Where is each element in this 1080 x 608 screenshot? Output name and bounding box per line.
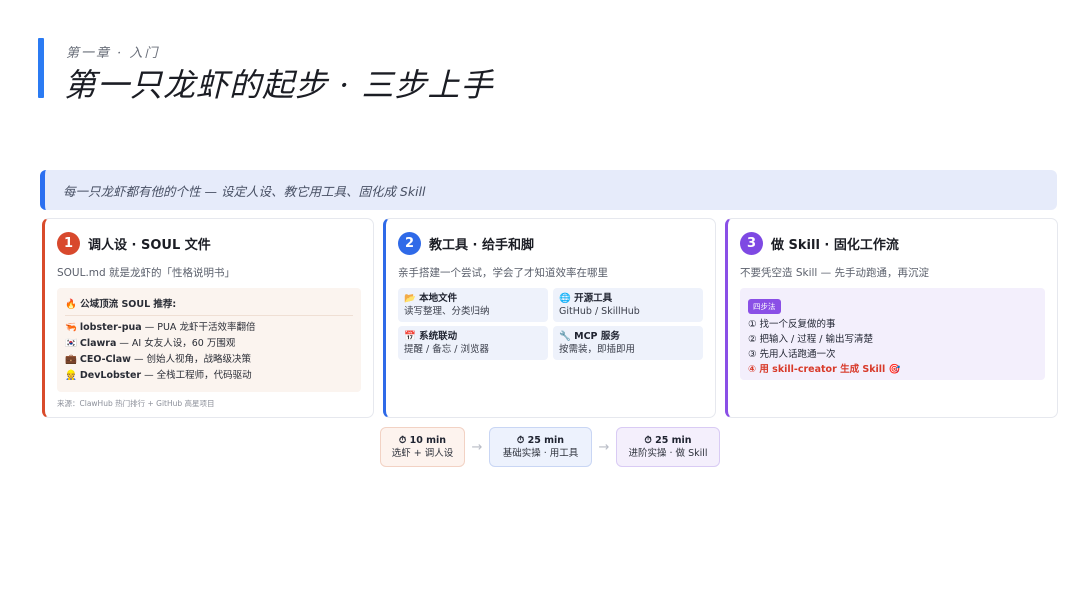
tool-system-link: 📅 系统联动 提醒 / 备忘 / 浏览器 [398,326,548,360]
tool-desc: GitHub / SkillHub [559,306,640,317]
four-step-method-box: 四步法 ① 找一个反复做的事 ② 把输入 / 过程 / 输出写清楚 ③ 先用人话… [740,288,1045,380]
tool-desc: 提醒 / 备忘 / 浏览器 [404,344,489,355]
tool-title: 🔧 MCP 服务 [559,331,620,342]
step-card-skill: 3 做 Skill · 固化工作流 不要凭空造 Skill — 先手动跑通，再沉… [725,218,1058,418]
arrow-right-icon: → [471,439,483,455]
chapter-label: 第一章 · 入门 [66,46,160,61]
card-subtitle: 亲手搭建一个尝试，学会了才知道效率在哪里 [398,267,608,279]
time-label: 进阶实操 · 做 Skill [628,448,708,459]
card-header: 2 教工具 · 给手和脚 [398,231,703,255]
soul-recommend-box: 🔥 公域顶流 SOUL 推荐: 🦐 lobster-pua — PUA 龙虾干活… [57,288,361,392]
card-header: 3 做 Skill · 固化工作流 [740,231,1045,255]
tool-open-source: 🌐 开源工具 GitHub / SkillHub [553,288,703,322]
briefcase-icon: 💼 [65,354,77,365]
time-plan: ⏱ 10 min 选虾 + 调人设 → ⏱ 25 min 基础实操 · 用工具 … [380,427,720,467]
method-step-highlight: ④ 用 skill-creator 生成 Skill 🎯 [748,364,901,375]
banner-text: 每一只龙虾都有他的个性 — 设定人设、教它用工具、固化成 Skill [63,183,426,199]
method-step: ③ 先用人话跑通一次 [748,349,836,360]
soul-item: 🇰🇷 Clawra — AI 女友人设，60 万围观 [65,336,353,352]
page-title: 第一只龙虾的起步 · 三步上手 [64,66,494,104]
time-block-1: ⏱ 10 min 选虾 + 调人设 [380,427,465,467]
flag-icon: 🇰🇷 [65,338,77,349]
soul-item-name: CEO-Claw [79,354,131,365]
time-block-3: ⏱ 25 min 进阶实操 · 做 Skill [616,427,720,467]
soul-item: 🦐 lobster-pua — PUA 龙虾干活效率翻倍 [65,320,353,336]
soul-item-name: Clawra [79,338,117,349]
soul-item-name: DevLobster [79,370,142,381]
step-number-badge: 2 [398,231,421,255]
tool-desc: 读写整理、分类归纳 [404,306,490,317]
step-card-tools: 2 教工具 · 给手和脚 亲手搭建一个尝试，学会了才知道效率在哪里 📂 本地文件… [383,218,716,418]
card-subtitle: SOUL.md 就是龙虾的「性格说明书」 [57,267,236,279]
tool-title: 📂 本地文件 [404,293,458,304]
method-badge: 四步法 [748,299,781,314]
soul-item-desc: — AI 女友人设，60 万围观 [116,338,236,349]
soul-item-desc: — 全栈工程师，代码驱动 [141,370,252,381]
card-title: 做 Skill · 固化工作流 [771,237,899,253]
tool-title: 🌐 开源工具 [559,293,613,304]
method-step: ① 找一个反复做的事 [748,319,836,330]
time-duration: ⏱ 25 min [516,435,565,446]
soul-item: 💼 CEO-Claw — 创始人视角，战略级决策 [65,352,353,368]
card-subtitle: 不要凭空造 Skill — 先手动跑通，再沉淀 [740,267,930,279]
soul-item-desc: — 创始人视角，战略级决策 [130,354,251,365]
arrow-right-icon: → [598,439,610,455]
shrimp-icon: 🦐 [65,322,77,333]
soul-item-desc: — PUA 龙虾干活效率翻倍 [141,322,256,333]
tool-desc: 按需装，即插即用 [559,344,636,355]
time-duration: ⏱ 10 min [398,435,447,446]
card-title: 教工具 · 给手和脚 [429,237,534,253]
card-title: 调人设 · SOUL 文件 [88,237,211,253]
soul-item-name: lobster-pua [79,322,142,333]
step-card-soul: 1 调人设 · SOUL 文件 SOUL.md 就是龙虾的「性格说明书」 🔥 公… [42,218,374,418]
worker-icon: 👷 [65,370,77,381]
time-block-2: ⏱ 25 min 基础实操 · 用工具 [489,427,592,467]
step-number-badge: 3 [740,231,763,255]
method-step: ② 把输入 / 过程 / 输出写清楚 [748,334,874,345]
source-note: 来源：ClawHub 热门排行 + GitHub 高星项目 [57,399,215,408]
intro-banner: 每一只龙虾都有他的个性 — 设定人设、教它用工具、固化成 Skill [40,170,1057,210]
tool-grid: 📂 本地文件 读写整理、分类归纳 🌐 开源工具 GitHub / SkillHu… [398,288,703,360]
accent-bar [38,38,44,98]
time-label: 选虾 + 调人设 [391,448,454,459]
soul-item: 👷 DevLobster — 全栈工程师，代码驱动 [65,368,353,384]
tool-title: 📅 系统联动 [404,331,458,342]
tool-mcp-service: 🔧 MCP 服务 按需装，即插即用 [553,326,703,360]
step-number-badge: 1 [57,231,80,255]
soul-recommend-title: 🔥 公域顶流 SOUL 推荐: [65,296,353,316]
time-label: 基础实操 · 用工具 [502,448,579,459]
time-duration: ⏱ 25 min [644,435,692,446]
tool-local-files: 📂 本地文件 读写整理、分类归纳 [398,288,548,322]
card-header: 1 调人设 · SOUL 文件 [57,231,361,255]
